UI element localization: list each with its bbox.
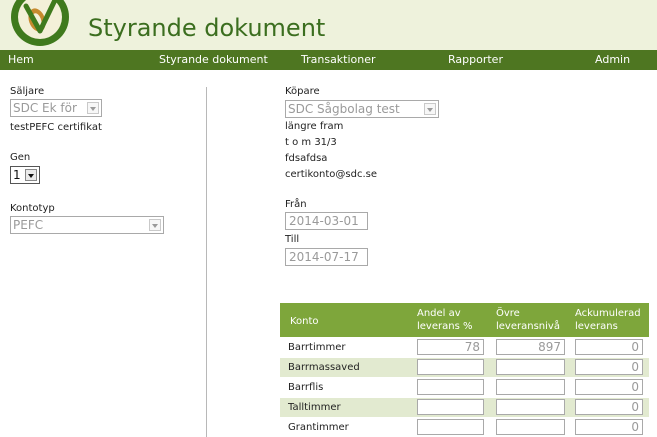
seller-select[interactable]: SDC Ek för bbox=[10, 99, 102, 117]
nav-item-transaktioner[interactable]: Transaktioner bbox=[301, 53, 376, 66]
andel-input[interactable] bbox=[417, 359, 484, 375]
ack-input[interactable]: 0 bbox=[575, 339, 643, 355]
andel-input[interactable] bbox=[417, 379, 484, 395]
ovre-input[interactable] bbox=[496, 379, 565, 395]
ovre-input[interactable] bbox=[496, 359, 565, 375]
buyer-select[interactable]: SDC Sågbolag test bbox=[285, 100, 439, 118]
table-row: Barrmassaved 0 bbox=[280, 358, 649, 377]
andel-input[interactable]: 78 bbox=[417, 339, 484, 355]
buyer-label: Köpare bbox=[285, 86, 320, 97]
nav-item-styrande-dokument[interactable]: Styrande dokument bbox=[159, 53, 268, 66]
nav-item-admin[interactable]: Admin bbox=[595, 53, 630, 66]
chevron-down-icon bbox=[149, 219, 161, 231]
col-ovre-line1: Övre bbox=[496, 308, 520, 319]
col-konto: Konto bbox=[290, 316, 319, 327]
from-label: Från bbox=[285, 199, 307, 210]
seller-label: Säljare bbox=[10, 86, 45, 97]
seller-cert: testPEFC certifikat bbox=[10, 122, 102, 133]
ovre-input[interactable] bbox=[496, 419, 565, 435]
andel-input[interactable] bbox=[417, 399, 484, 415]
buyer-info-line: t o m 31/3 bbox=[285, 137, 337, 148]
col-ack-line2: leverans bbox=[575, 321, 618, 332]
chevron-down-icon bbox=[87, 102, 99, 114]
buyer-select-value: SDC Sågbolag test bbox=[288, 102, 400, 116]
table-row: Barrtimmer 78 897 0 bbox=[280, 338, 649, 357]
row-konto-name: Barrmassaved bbox=[288, 362, 360, 373]
nav-item-rapporter[interactable]: Rapporter bbox=[448, 53, 503, 66]
row-konto-name: Grantimmer bbox=[288, 422, 349, 433]
row-konto-name: Barrtimmer bbox=[288, 342, 346, 353]
ack-input[interactable]: 0 bbox=[575, 399, 643, 415]
table-row: Grantimmer 0 bbox=[280, 418, 649, 437]
andel-input[interactable] bbox=[417, 419, 484, 435]
gen-select[interactable]: 1 bbox=[10, 166, 40, 184]
ovre-input[interactable] bbox=[496, 399, 565, 415]
col-ovre-line2: leveransnivå bbox=[496, 321, 560, 332]
buyer-info-line: längre fram bbox=[285, 121, 344, 132]
col-andel-line2: leverans % bbox=[417, 321, 473, 332]
gen-select-value: 1 bbox=[13, 168, 21, 182]
table-row: Barrflis 0 bbox=[280, 378, 649, 397]
chevron-down-icon bbox=[25, 169, 37, 181]
to-date-input[interactable]: 2014-07-17 bbox=[285, 248, 368, 266]
kontotyp-select[interactable]: PEFC bbox=[10, 216, 164, 234]
to-label: Till bbox=[285, 234, 300, 245]
from-date-input[interactable]: 2014-03-01 bbox=[285, 212, 368, 230]
column-divider bbox=[206, 87, 207, 437]
nav-item-hem[interactable]: Hem bbox=[8, 53, 34, 66]
row-konto-name: Barrflis bbox=[288, 382, 324, 393]
row-konto-name: Talltimmer bbox=[288, 402, 341, 413]
app-header: Styrande dokument bbox=[0, 0, 657, 50]
chevron-down-icon bbox=[424, 103, 436, 115]
main-nav: Hem Styrande dokument Transaktioner Rapp… bbox=[0, 50, 657, 70]
app-title: Styrande dokument bbox=[88, 14, 326, 42]
table-row: Talltimmer 0 bbox=[280, 398, 649, 417]
kontotyp-label: Kontotyp bbox=[10, 203, 55, 214]
ack-input[interactable]: 0 bbox=[575, 359, 643, 375]
buyer-email: certikonto@sdc.se bbox=[285, 169, 377, 180]
gen-label: Gen bbox=[10, 152, 31, 163]
ovre-input[interactable]: 897 bbox=[496, 339, 565, 355]
ack-input[interactable]: 0 bbox=[575, 379, 643, 395]
table-header: Konto Andel av leverans % Övre leveransn… bbox=[280, 303, 649, 337]
app-logo-icon bbox=[11, 0, 69, 46]
kontotyp-select-value: PEFC bbox=[13, 218, 44, 232]
ack-input[interactable]: 0 bbox=[575, 419, 643, 435]
buyer-info-line: fdsafdsa bbox=[285, 153, 328, 164]
col-ack-line1: Ackumulerad bbox=[575, 308, 641, 319]
seller-select-value: SDC Ek för bbox=[13, 101, 77, 115]
col-andel-line1: Andel av bbox=[417, 308, 461, 319]
